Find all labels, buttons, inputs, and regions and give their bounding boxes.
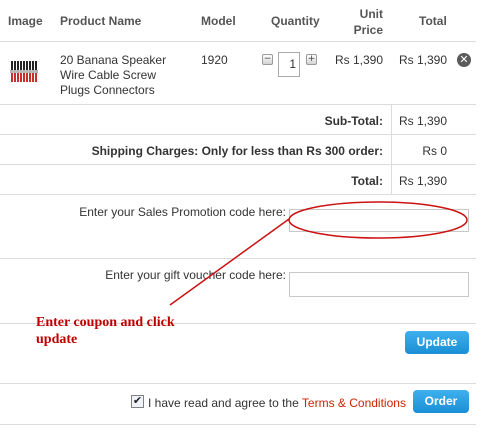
divider	[0, 383, 476, 384]
annotation-overlay	[169, 201, 468, 306]
annotation-arrow-line	[169, 218, 290, 306]
order-button[interactable]: Order	[413, 390, 469, 413]
annotation-line1: Enter coupon and click	[36, 315, 175, 330]
agreement-label: I have read and agree to the	[148, 396, 299, 410]
agree-terms-checkbox[interactable]: ✔	[131, 395, 144, 408]
divider	[0, 424, 476, 425]
agreement-text: I have read and agree to the Terms & Con…	[148, 396, 406, 410]
annotation-ellipse	[288, 201, 468, 239]
update-button[interactable]: Update	[405, 331, 469, 354]
annotation-line2: update	[36, 332, 78, 347]
terms-conditions-link[interactable]: Terms & Conditions	[302, 396, 406, 410]
annotation-text: Enter coupon and click update	[36, 314, 175, 348]
